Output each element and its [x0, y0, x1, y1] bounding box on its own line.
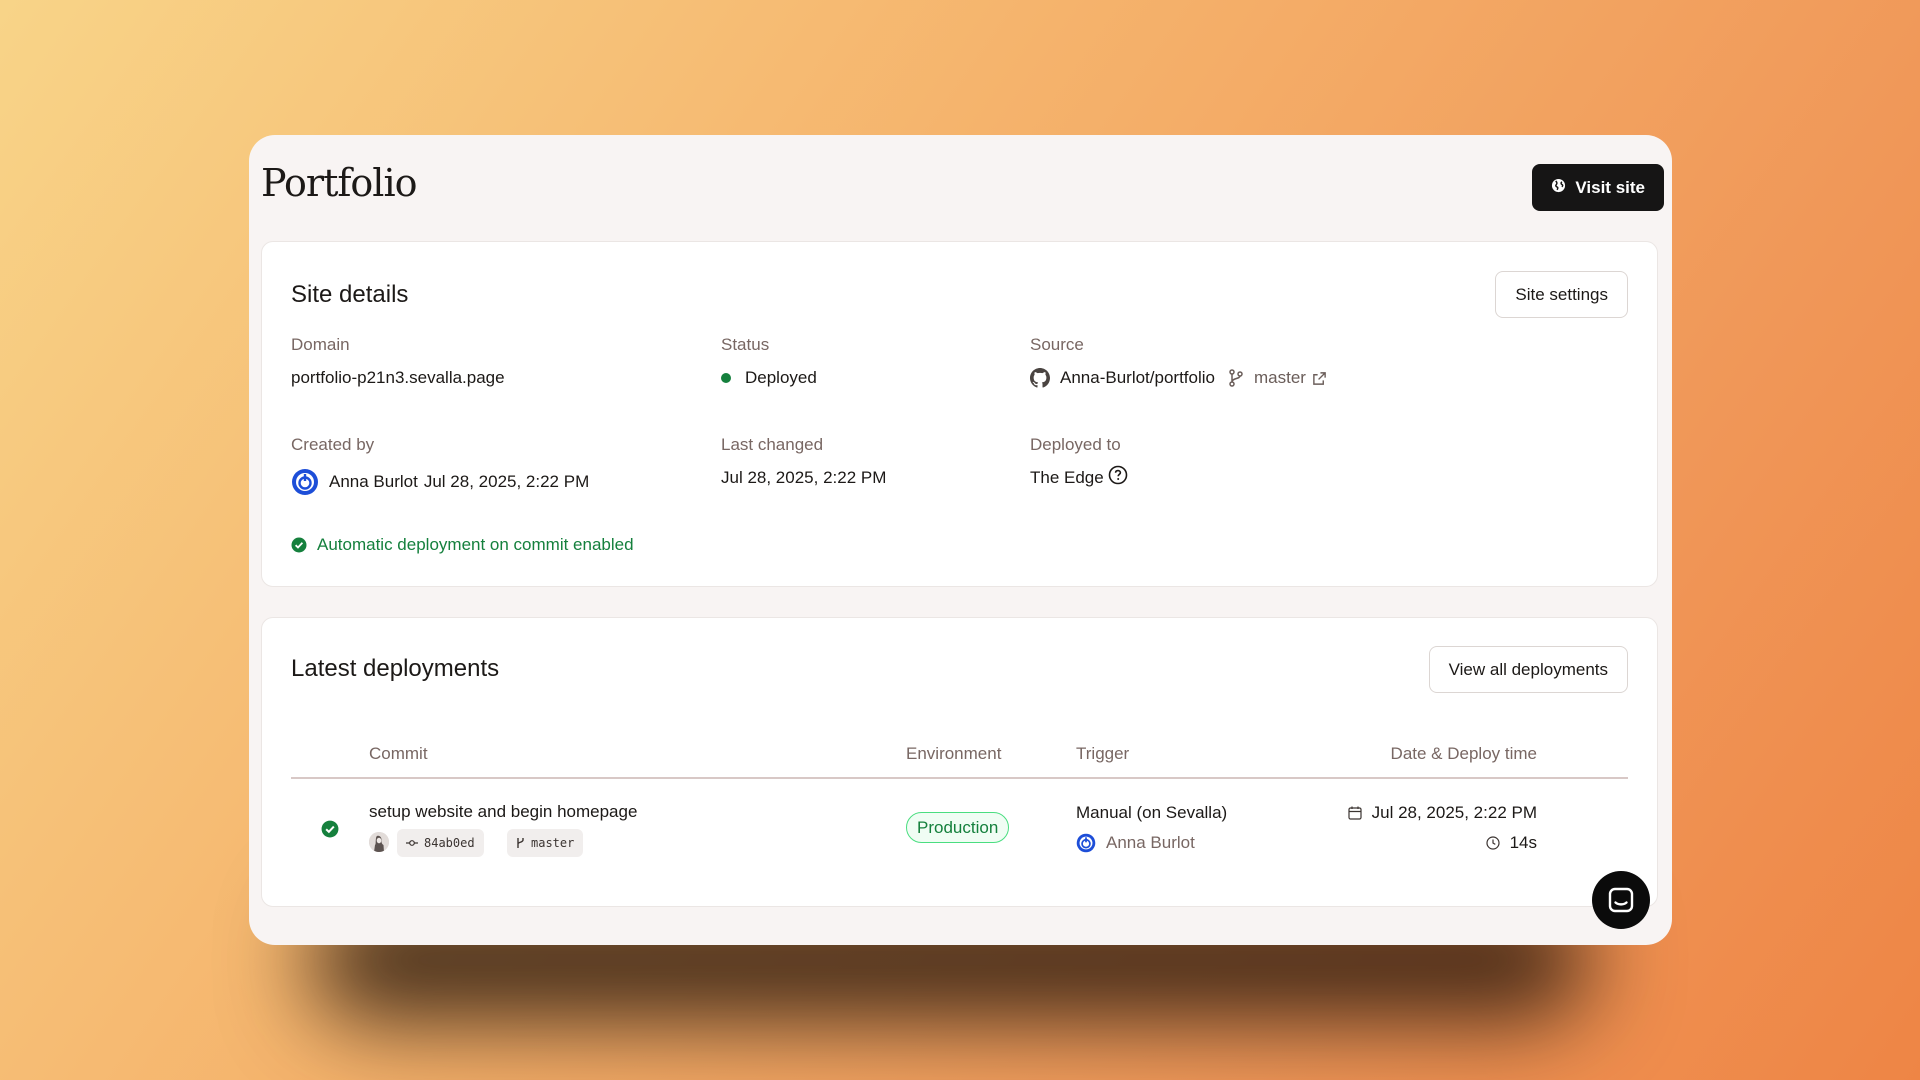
chat-icon: [1608, 887, 1634, 913]
trigger-user-name: Anna Burlot: [1106, 833, 1195, 852]
site-details-card: Site details Site settings Domain portfo…: [261, 241, 1658, 587]
git-branch-icon: [1228, 369, 1244, 387]
deployed-to-value: The Edge: [1030, 465, 1128, 488]
check-circle-icon: [321, 820, 339, 838]
deploy-date-text: Jul 28, 2025, 2:22 PM: [1371, 803, 1537, 822]
commit-hash: 84ab0ed: [424, 836, 475, 850]
column-header-environment: Environment: [906, 744, 1002, 763]
commit-author-avatar: [369, 832, 389, 852]
column-header-commit: Commit: [369, 744, 428, 763]
environment-badge: Production: [906, 812, 1010, 843]
chat-launcher-button[interactable]: [1592, 871, 1650, 929]
view-all-deployments-button[interactable]: View all deployments: [1428, 646, 1628, 693]
trigger-text: Manual (on Sevalla): [1076, 803, 1228, 822]
status-text: Deployed: [745, 368, 817, 387]
github-icon: [1030, 368, 1050, 388]
git-branch-icon: [516, 837, 525, 849]
source-value: Anna-Burlot/portfolio master: [1030, 368, 1327, 388]
repo-link[interactable]: Anna-Burlot/portfolio: [1060, 368, 1215, 388]
created-by-value: Anna Burlot Jul 28, 2025, 2:22 PM: [291, 468, 589, 496]
status-dot-icon: [721, 373, 731, 383]
commit-message: setup website and begin homepage: [369, 802, 638, 821]
last-changed-value: Jul 28, 2025, 2:22 PM: [721, 468, 887, 487]
avatar: [291, 468, 319, 496]
site-details-heading: Site details: [291, 281, 409, 308]
branch-link[interactable]: master: [1254, 368, 1306, 388]
deployed-to-text: The Edge: [1030, 468, 1104, 487]
auto-deploy-note: Automatic deployment on commit enabled: [291, 535, 634, 555]
external-link-icon[interactable]: [1312, 371, 1327, 386]
commit-branch-chip[interactable]: master: [507, 829, 584, 857]
auto-deploy-text: Automatic deployment on commit enabled: [317, 535, 634, 554]
domain-link[interactable]: portfolio-p21n3.sevalla.page: [291, 368, 505, 388]
trigger-user: Anna Burlot: [1076, 833, 1195, 853]
table-divider: [291, 777, 1628, 779]
deploy-date: Jul 28, 2025, 2:22 PM: [1348, 803, 1537, 823]
app-window: Portfolio Visit site Site details Site s…: [249, 135, 1672, 945]
source-label: Source: [1030, 335, 1084, 354]
clock-icon: [1485, 836, 1500, 850]
status-label: Status: [721, 335, 770, 354]
check-circle-icon: [291, 537, 307, 553]
calendar-icon: [1348, 806, 1362, 820]
site-settings-button[interactable]: Site settings: [1495, 271, 1628, 318]
domain-label: Domain: [291, 335, 350, 354]
commit-branch: master: [531, 836, 575, 850]
deployments-heading: Latest deployments: [291, 655, 500, 682]
deployments-card: Latest deployments View all deployments …: [261, 617, 1658, 907]
created-date: Jul 28, 2025, 2:22 PM: [423, 472, 590, 491]
last-changed-label: Last changed: [721, 435, 824, 454]
globe-icon: [1551, 178, 1566, 198]
deploy-duration-text: 14s: [1509, 833, 1537, 852]
help-circle-icon[interactable]: [1108, 465, 1128, 485]
column-header-date: Date & Deploy time: [1390, 744, 1537, 763]
created-by-label: Created by: [291, 435, 375, 454]
creator-name: Anna Burlot: [329, 472, 418, 491]
deploy-duration: 14s: [1485, 833, 1537, 853]
commit-hash-chip[interactable]: 84ab0ed: [397, 829, 484, 857]
deployed-to-label: Deployed to: [1030, 435, 1121, 454]
git-commit-icon: [406, 838, 418, 848]
visit-site-label: Visit site: [1575, 177, 1645, 197]
avatar: [1076, 833, 1096, 853]
column-header-trigger: Trigger: [1076, 744, 1130, 763]
visit-site-button[interactable]: Visit site: [1532, 164, 1664, 211]
page-title: Portfolio: [261, 161, 417, 205]
status-value: Deployed: [721, 368, 817, 388]
